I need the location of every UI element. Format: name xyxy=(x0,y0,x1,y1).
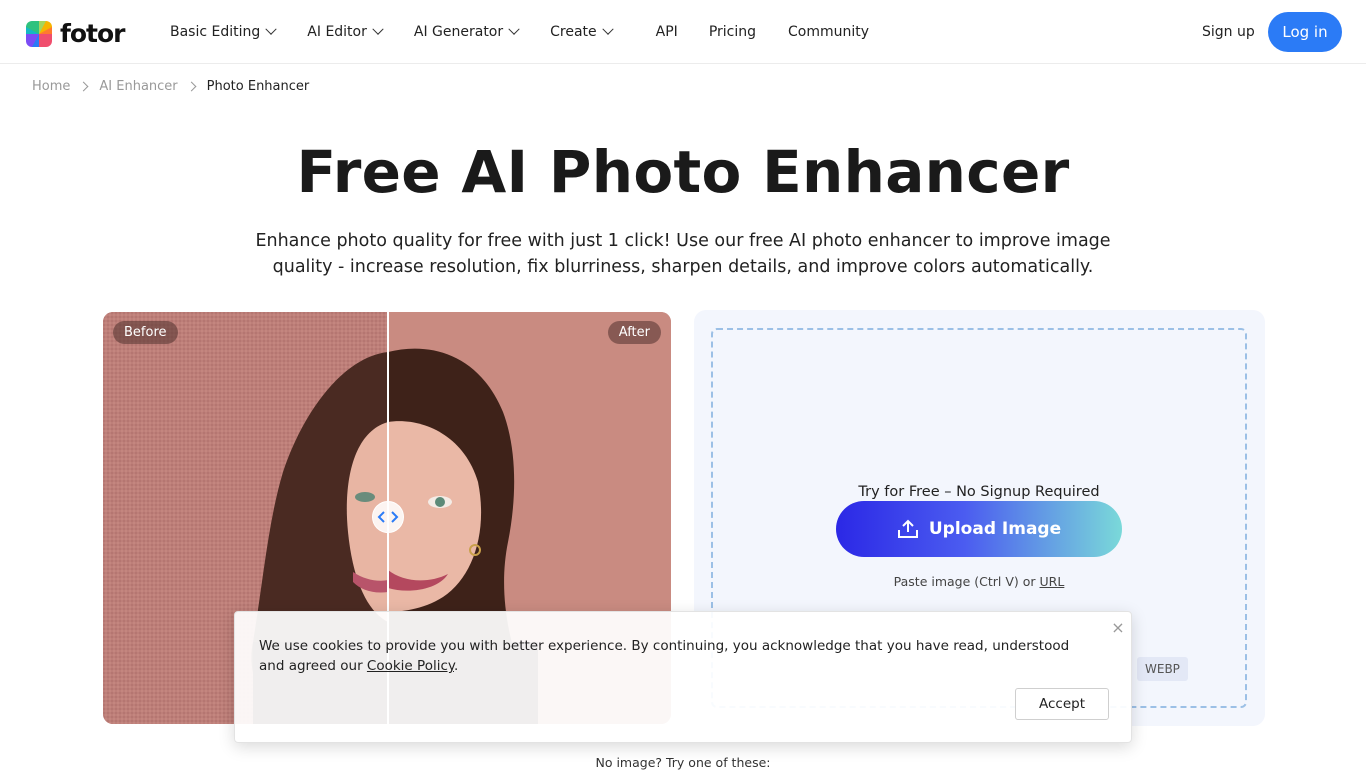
page-title: Free AI Photo Enhancer xyxy=(296,138,1070,206)
paste-hint: Paste image (Ctrl V) or URL xyxy=(713,574,1245,589)
url-link[interactable]: URL xyxy=(1040,574,1065,589)
nav-basic-editing[interactable]: Basic Editing xyxy=(170,23,277,40)
nav-label: API xyxy=(655,24,678,40)
breadcrumb: Home AI Enhancer Photo Enhancer xyxy=(32,79,309,94)
upload-icon xyxy=(897,519,918,538)
cookie-text: We use cookies to provide you with bette… xyxy=(259,636,1089,676)
chevron-down-icon xyxy=(372,23,384,35)
left-right-chevrons-icon[interactable] xyxy=(372,501,404,533)
upload-button-label: Upload Image xyxy=(928,519,1062,539)
breadcrumb-photo-enhancer: Photo Enhancer xyxy=(206,79,310,94)
nav-create[interactable]: Create xyxy=(550,23,614,40)
cookie-banner: We use cookies to provide you with bette… xyxy=(234,611,1132,743)
logo-text: fotor xyxy=(60,19,126,48)
main-nav: Basic Editing AI Editor AI Generator Cre… xyxy=(170,0,901,64)
nav-label: AI Generator xyxy=(413,24,504,40)
chevron-right-icon xyxy=(186,81,197,92)
chevron-down-icon xyxy=(508,23,520,35)
paste-hint-text: Paste image (Ctrl V) or xyxy=(893,574,1040,589)
chevron-down-icon xyxy=(265,23,277,35)
nav-label: Pricing xyxy=(708,24,757,40)
nav-api[interactable]: API xyxy=(656,24,678,40)
nav-ai-generator[interactable]: AI Generator xyxy=(413,23,520,40)
nav-label: Basic Editing xyxy=(170,24,261,40)
nav-label: AI Editor xyxy=(307,24,367,40)
page-subtitle: Enhance photo quality for free with just… xyxy=(255,231,1111,277)
site-header: fotor Basic Editing AI Editor AI Generat… xyxy=(0,0,1366,64)
sign-up-link[interactable]: Sign up xyxy=(1202,24,1255,40)
close-icon[interactable]: × xyxy=(1108,618,1128,638)
cookie-message-end: . xyxy=(453,658,459,674)
nav-community[interactable]: Community xyxy=(788,24,869,40)
upload-image-button[interactable]: Upload Image xyxy=(836,501,1122,557)
fotor-logo[interactable]: fotor xyxy=(26,19,126,48)
fotor-logo-mark-icon xyxy=(26,20,52,47)
try-free-text: Try for Free – No Signup Required xyxy=(858,484,1100,500)
breadcrumb-home[interactable]: Home xyxy=(32,79,70,94)
after-label: After xyxy=(607,321,661,344)
log-in-button[interactable]: Log in xyxy=(1268,12,1342,52)
nav-ai-editor[interactable]: AI Editor xyxy=(307,23,384,40)
nav-label: Community xyxy=(788,24,870,40)
nav-label: Create xyxy=(550,24,597,40)
format-chip-webp: WEBP xyxy=(1137,657,1188,681)
cookie-policy-link[interactable]: Cookie Policy xyxy=(367,658,454,674)
breadcrumb-ai-enhancer[interactable]: AI Enhancer xyxy=(99,79,177,94)
accept-cookies-button[interactable]: Accept xyxy=(1015,688,1109,720)
before-label: Before xyxy=(113,321,178,344)
chevron-right-icon xyxy=(78,81,89,92)
nav-pricing[interactable]: Pricing xyxy=(709,24,756,40)
chevron-down-icon xyxy=(601,23,614,35)
